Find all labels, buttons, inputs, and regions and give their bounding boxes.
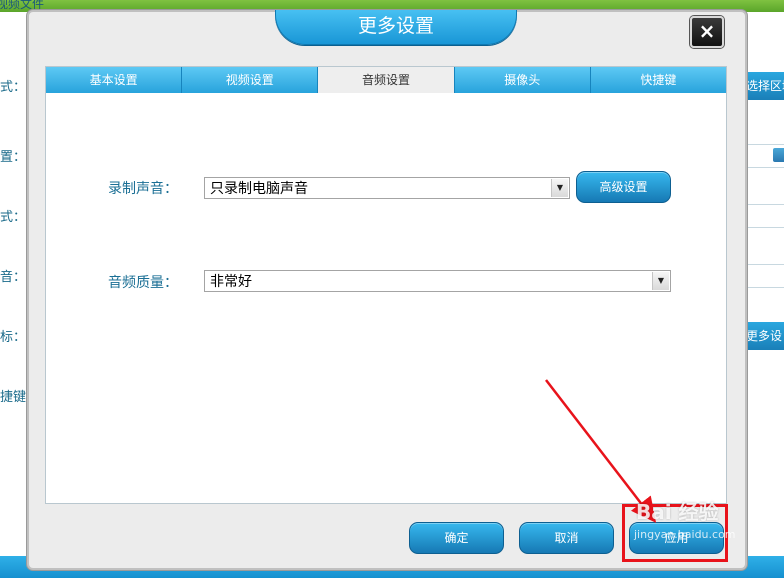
dropdown-arrow-icon[interactable]: ▼ xyxy=(652,272,669,290)
bg-label-position: 置： xyxy=(0,150,27,165)
baidu-watermark-url: jingyan.baidu.com xyxy=(634,528,736,541)
bg-field-3[interactable] xyxy=(744,264,784,288)
more-settings-button[interactable]: 更多设 xyxy=(744,322,784,350)
tab-video-settings[interactable]: 视频设置 xyxy=(182,67,319,93)
dialog-title-bar: 更多设置 xyxy=(275,10,517,45)
bg-label-format: 式： xyxy=(0,80,27,95)
audio-quality-value: 非常好 xyxy=(210,274,252,290)
more-settings-dialog: 更多设置 × 基本设置 视频设置 音频设置 摄像头 快捷键 录制声音： 只录制电… xyxy=(27,10,747,570)
audio-quality-label: 音频质量： xyxy=(108,275,178,291)
record-sound-value: 只录制电脑声音 xyxy=(210,181,308,197)
bg-label-mode: 式： xyxy=(0,210,27,225)
bg-label-sound: 音： xyxy=(0,270,27,285)
dropdown-arrow-icon[interactable]: ▼ xyxy=(551,179,568,197)
tab-hotkeys[interactable]: 快捷键 xyxy=(590,67,727,93)
settings-tabs: 基本设置 视频设置 音频设置 摄像头 快捷键 xyxy=(46,67,727,93)
ok-button[interactable]: 确定 xyxy=(409,522,504,554)
close-button[interactable]: × xyxy=(690,16,724,48)
tab-camera[interactable]: 摄像头 xyxy=(454,67,591,93)
settings-panel: 基本设置 视频设置 音频设置 摄像头 快捷键 录制声音： 只录制电脑声音 ▼ 高… xyxy=(45,66,727,504)
baidu-watermark-logo: Bai 经验 xyxy=(636,500,719,524)
folder-icon[interactable] xyxy=(773,148,784,162)
bg-field-2[interactable] xyxy=(744,204,784,228)
dialog-title: 更多设置 xyxy=(357,15,434,37)
advanced-settings-button[interactable]: 高级设置 xyxy=(576,171,671,203)
audio-quality-select[interactable]: 非常好 ▼ xyxy=(204,270,671,292)
tab-basic-settings[interactable]: 基本设置 xyxy=(46,67,183,93)
bg-label-cursor: 标： xyxy=(0,330,27,345)
record-sound-label: 录制声音： xyxy=(108,181,178,197)
tab-audio-settings[interactable]: 音频设置 xyxy=(318,67,455,93)
record-sound-select[interactable]: 只录制电脑声音 ▼ xyxy=(204,177,570,199)
bg-label-hotkey: 捷键 xyxy=(0,390,27,405)
close-icon: × xyxy=(698,19,716,43)
select-region-button[interactable]: 选择区域 xyxy=(744,72,784,100)
cancel-button[interactable]: 取消 xyxy=(519,522,614,554)
